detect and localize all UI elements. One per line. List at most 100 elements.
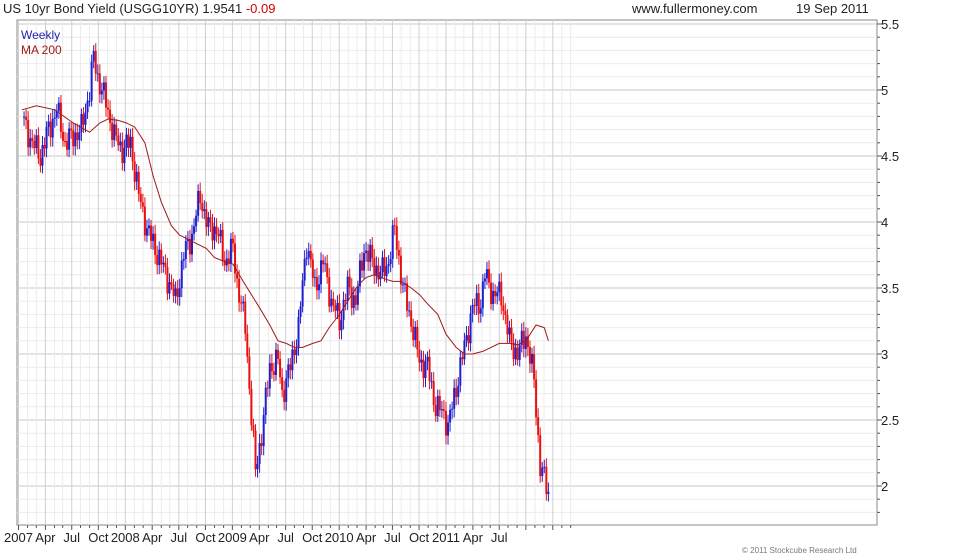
weekly-bar-body xyxy=(162,262,165,265)
weekly-bar-body xyxy=(98,73,101,95)
weekly-bar-body xyxy=(516,347,519,360)
weekly-bar-body xyxy=(426,356,429,362)
weekly-bar-body xyxy=(383,257,386,277)
copyright-notice: © 2011 Stockcube Research Ltd xyxy=(742,546,857,555)
weekly-bar-body xyxy=(436,396,439,417)
weekly-bar-body xyxy=(354,295,357,305)
weekly-bar-body xyxy=(238,278,241,303)
weekly-bar-body xyxy=(313,277,316,279)
weekly-bar-body xyxy=(428,356,431,382)
chart-title: US 10yr Bond Yield (USGG10YR) 1.9541 -0.… xyxy=(3,1,275,16)
weekly-bar-body xyxy=(125,134,128,148)
weekly-bar-body xyxy=(193,226,196,234)
weekly-bar-body xyxy=(252,425,255,431)
x-tick-label: Oct xyxy=(88,530,109,545)
weekly-bar-body xyxy=(127,134,130,148)
weekly-bar-body xyxy=(47,121,50,128)
weekly-bar-body xyxy=(514,347,517,360)
weekly-bar-body xyxy=(260,443,263,447)
weekly-bar-body xyxy=(348,276,351,288)
weekly-bar-body xyxy=(154,233,157,255)
weekly-bar-body xyxy=(449,409,452,423)
weekly-bar-body xyxy=(274,349,277,375)
weekly-bar-body xyxy=(381,257,384,272)
weekly-bar-body xyxy=(498,281,501,293)
y-tick-label: 5 xyxy=(881,83,888,98)
weekly-bar-body xyxy=(412,326,415,341)
weekly-bar-body xyxy=(258,443,261,465)
weekly-bar-body xyxy=(109,109,112,123)
weekly-bar-body xyxy=(430,381,433,383)
weekly-bar-body xyxy=(297,317,300,349)
legend-weekly: Weekly xyxy=(21,28,61,42)
weekly-bar-body xyxy=(326,263,329,278)
weekly-bar-body xyxy=(221,229,224,261)
weekly-bar-body xyxy=(334,305,337,311)
weekly-bar-body xyxy=(102,82,105,91)
weekly-bar-body xyxy=(438,396,441,411)
weekly-bar-body xyxy=(78,132,81,141)
weekly-bar-body xyxy=(231,238,234,244)
weekly-bar-body xyxy=(416,326,419,350)
weekly-bar-body xyxy=(74,132,77,147)
x-tick-label: Apr xyxy=(35,530,56,545)
change-value: -0.09 xyxy=(245,1,276,16)
weekly-bar-body xyxy=(248,356,251,389)
weekly-bar-body xyxy=(104,82,107,108)
weekly-bar-body xyxy=(219,229,222,237)
weekly-bar-body xyxy=(494,290,497,297)
weekly-bar-body xyxy=(477,293,480,314)
weekly-bar-body xyxy=(322,260,325,265)
weekly-bar-body xyxy=(373,258,376,276)
weekly-bar-body xyxy=(528,347,531,364)
weekly-bar-body xyxy=(39,158,42,166)
x-tick-label: Jul xyxy=(491,530,508,545)
weekly-bar-body xyxy=(490,282,493,305)
weekly-bar-body xyxy=(113,124,116,141)
weekly-bar-body xyxy=(420,359,423,363)
weekly-bar-body xyxy=(168,282,171,294)
weekly-bar-body xyxy=(279,358,282,378)
site-link[interactable]: www.fullermoney.com xyxy=(632,1,757,16)
weekly-bar-body xyxy=(434,405,437,417)
weekly-bar-body xyxy=(393,225,396,227)
weekly-bar-body xyxy=(133,161,136,182)
weekly-bar-body xyxy=(211,222,214,241)
weekly-bar-body xyxy=(309,250,312,260)
weekly-bar-body xyxy=(324,263,327,265)
weekly-bar-body xyxy=(410,310,413,327)
weekly-bar-body xyxy=(315,277,318,291)
weekly-bar-body xyxy=(143,206,146,236)
weekly-bar-body xyxy=(272,371,275,375)
weekly-bar-body xyxy=(440,409,443,411)
weekly-bar-body xyxy=(487,269,490,283)
weekly-bar-body xyxy=(328,277,331,307)
x-tick-label: Apr xyxy=(463,530,484,545)
weekly-bar-body xyxy=(27,119,30,148)
weekly-bar-body xyxy=(473,305,476,307)
weekly-bar-body xyxy=(444,410,447,436)
weekly-bar-body xyxy=(213,226,216,241)
weekly-bar-body xyxy=(365,250,368,254)
weekly-bar-body xyxy=(463,340,466,360)
weekly-bar-body xyxy=(25,116,28,120)
weekly-bar-body xyxy=(336,302,339,311)
weekly-bar-body xyxy=(178,288,181,297)
weekly-bar-body xyxy=(295,348,298,356)
weekly-bar-body xyxy=(201,203,204,212)
weekly-bar xyxy=(254,424,257,477)
weekly-bar-body xyxy=(33,141,36,149)
weekly-bar-body xyxy=(107,107,110,110)
weekly-bar-body xyxy=(369,244,372,262)
weekly-bar-body xyxy=(506,315,509,335)
weekly-bar-body xyxy=(53,117,56,119)
weekly-bar-body xyxy=(311,259,314,278)
weekly-bar-body xyxy=(68,128,71,150)
weekly-bar-body xyxy=(283,389,286,402)
weekly-bar-body xyxy=(467,335,470,344)
y-tick-label: 5.5 xyxy=(881,17,899,32)
weekly-bar-body xyxy=(301,280,304,307)
weekly-bar-body xyxy=(285,378,288,402)
weekly-bar-body xyxy=(215,226,218,235)
weekly-bar-body xyxy=(207,217,210,227)
